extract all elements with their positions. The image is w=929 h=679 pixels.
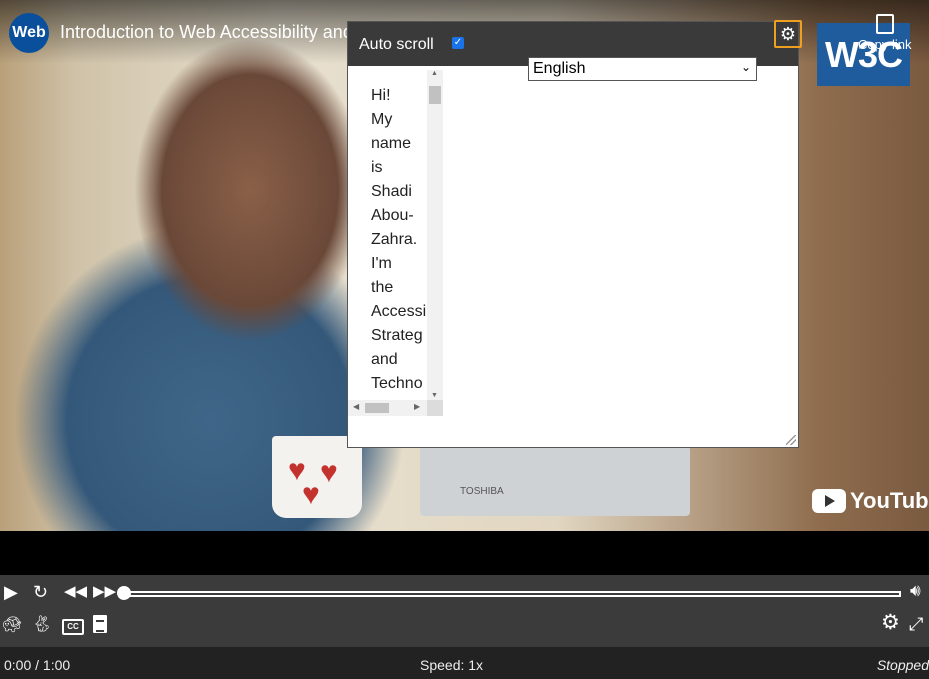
video-letterbox <box>0 531 929 575</box>
speed-display: Speed: 1x <box>420 657 484 673</box>
settings-icon[interactable]: ⚙ <box>881 612 900 633</box>
transcript-word[interactable]: Strateg <box>371 324 426 348</box>
transcript-word[interactable]: the <box>371 276 426 300</box>
transcript-word[interactable]: name <box>371 132 426 156</box>
rewind-icon[interactable]: ◀◀ <box>64 583 87 601</box>
secondary-controls-row <box>0 609 929 647</box>
auto-scroll-checkbox[interactable]: ✓ <box>452 37 464 49</box>
fast-forward-icon[interactable]: ▶▶ <box>93 583 116 601</box>
auto-scroll-label: Auto scroll <box>359 36 434 53</box>
faster-icon[interactable]: 🐇︎ <box>32 616 52 634</box>
transcript-word[interactable]: My <box>371 108 426 132</box>
scrollbar-corner <box>427 400 443 416</box>
player-status: Stopped <box>876 657 929 673</box>
scroll-left-icon[interactable]: ◀ <box>353 402 359 411</box>
restart-icon[interactable]: ↻ <box>33 583 48 601</box>
transcript-word[interactable]: I'm <box>371 252 426 276</box>
horizontal-scrollbar[interactable]: ◀ ▶ <box>348 400 427 416</box>
transcript-word[interactable]: and <box>371 348 426 372</box>
transcript-word[interactable]: Hi! <box>371 84 426 108</box>
play-icon[interactable]: ▶ <box>4 583 18 601</box>
fullscreen-icon[interactable]: ⤢ <box>909 615 923 633</box>
transcript-word[interactable]: Accessi <box>371 300 426 324</box>
transcript-words: Hi! My name is Shadi Abou- Zahra. I'm the Accessi… <box>371 84 426 396</box>
transcript-icon[interactable] <box>93 615 107 633</box>
scroll-right-icon[interactable]: ▶ <box>414 402 420 411</box>
seek-bar[interactable] <box>124 591 901 597</box>
wai-logo: Web <box>9 13 49 53</box>
copy-link-label: Copy link <box>858 37 912 52</box>
language-select-value: English <box>533 60 586 77</box>
captions-icon[interactable]: CC <box>62 619 84 635</box>
scroll-up-icon[interactable]: ▲ <box>431 70 438 77</box>
scroll-down-icon[interactable]: ▼ <box>431 392 438 399</box>
time-display: 0:00 / 1:00 <box>4 657 71 673</box>
transcript-word[interactable]: Shadi <box>371 180 426 204</box>
vertical-scrollbar[interactable]: ▲ ▼ <box>427 70 443 401</box>
laptop-image: TOSHIBA <box>420 446 690 516</box>
youtube-play-icon <box>812 489 846 513</box>
transcript-settings-button[interactable]: ⚙ <box>774 20 802 48</box>
hscroll-thumb[interactable] <box>365 403 389 413</box>
transcript-word[interactable]: Abou- <box>371 204 426 228</box>
video-title[interactable]: Introduction to Web Accessibility and <box>60 22 353 43</box>
laptop-brand: TOSHIBA <box>460 486 504 497</box>
transcript-panel: Auto scroll ✓ ⚙ English ⌄ Hi! My name is Sha… <box>347 20 802 448</box>
chevron-down-icon: ⌄ <box>740 60 751 74</box>
mug-image: ♥ ♥ ♥ <box>272 436 362 518</box>
transcript-word[interactable]: Techno <box>371 372 426 396</box>
copy-link-button[interactable]: Copy link <box>858 14 911 52</box>
copy-icon <box>875 14 894 34</box>
transcript-text-area[interactable]: Hi! My name is Shadi Abou- Zahra. I'm the Accessi… <box>348 66 443 418</box>
transcript-word[interactable]: is <box>371 156 426 180</box>
youtube-label: YouTube <box>850 488 929 513</box>
resize-handle[interactable] <box>786 435 796 445</box>
slower-icon[interactable]: 🐢︎ <box>2 617 22 635</box>
transcript-word[interactable]: Zahra. <box>371 228 426 252</box>
status-bar: 0:00 / 1:00 Speed: 1x Stopped <box>0 647 929 679</box>
language-select[interactable]: English ⌄ <box>528 57 757 81</box>
volume-icon[interactable]: 🔊︎ <box>910 582 921 600</box>
youtube-logo[interactable]: YouTube <box>812 488 929 514</box>
seek-handle[interactable] <box>117 586 131 600</box>
scroll-thumb[interactable] <box>429 86 441 104</box>
gear-icon: ⚙ <box>779 23 797 44</box>
